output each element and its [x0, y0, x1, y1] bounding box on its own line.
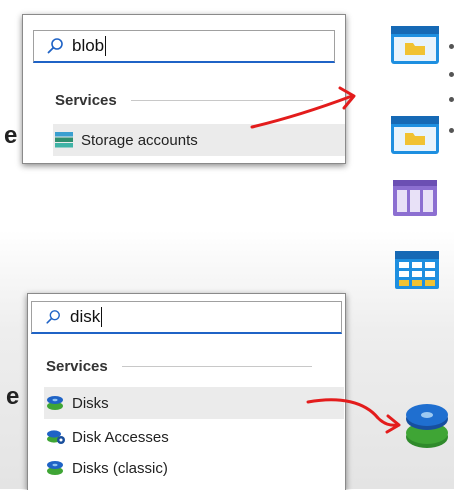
bullet-dot — [449, 128, 454, 133]
search-input-blob[interactable]: blob — [33, 30, 335, 63]
bullet-dot — [449, 72, 454, 77]
storage-accounts-icon — [55, 131, 73, 149]
section-heading-services: Services — [46, 358, 312, 375]
search-dropdown-disk: disk Services Disks Disk Accesses Disks … — [27, 293, 346, 490]
section-divider — [121, 366, 312, 367]
search-dropdown-blob: blob Services Storage accounts — [22, 14, 346, 164]
result-storage-accounts[interactable]: Storage accounts — [53, 124, 345, 156]
result-label: Disks — [72, 394, 109, 412]
blob-container-icon — [391, 26, 439, 69]
disks-icon — [46, 394, 64, 412]
table-icon — [395, 251, 439, 294]
bullet-dot — [449, 97, 454, 102]
section-divider — [130, 100, 323, 101]
result-label: Disk Accesses — [72, 428, 169, 446]
managed-disk-icon — [404, 403, 450, 456]
search-icon — [42, 33, 68, 59]
file-share-icon — [391, 116, 439, 159]
search-icon — [40, 304, 66, 330]
search-query: blob — [72, 36, 105, 55]
section-heading-services: Services — [55, 92, 323, 109]
result-disk-accesses[interactable]: Disk Accesses — [44, 422, 344, 452]
disks-classic-icon — [46, 459, 64, 477]
bullet-dot — [449, 44, 454, 49]
search-input-disk[interactable]: disk — [31, 301, 342, 334]
disk-accesses-icon — [46, 428, 65, 446]
result-disks[interactable]: Disks — [44, 387, 344, 419]
background-text-fragment: e — [4, 122, 18, 149]
background-text-fragment: e — [6, 383, 20, 410]
section-heading-label: Services — [55, 92, 117, 109]
result-label: Disks (classic) — [72, 459, 168, 477]
text-caret — [101, 307, 103, 327]
result-label: Storage accounts — [81, 131, 198, 149]
annotation-arrowhead — [385, 414, 401, 434]
text-caret — [105, 36, 107, 56]
queue-icon — [393, 180, 437, 221]
search-query: disk — [70, 307, 101, 326]
result-disks-classic[interactable]: Disks (classic) — [44, 453, 344, 483]
section-heading-label: Services — [46, 358, 108, 375]
